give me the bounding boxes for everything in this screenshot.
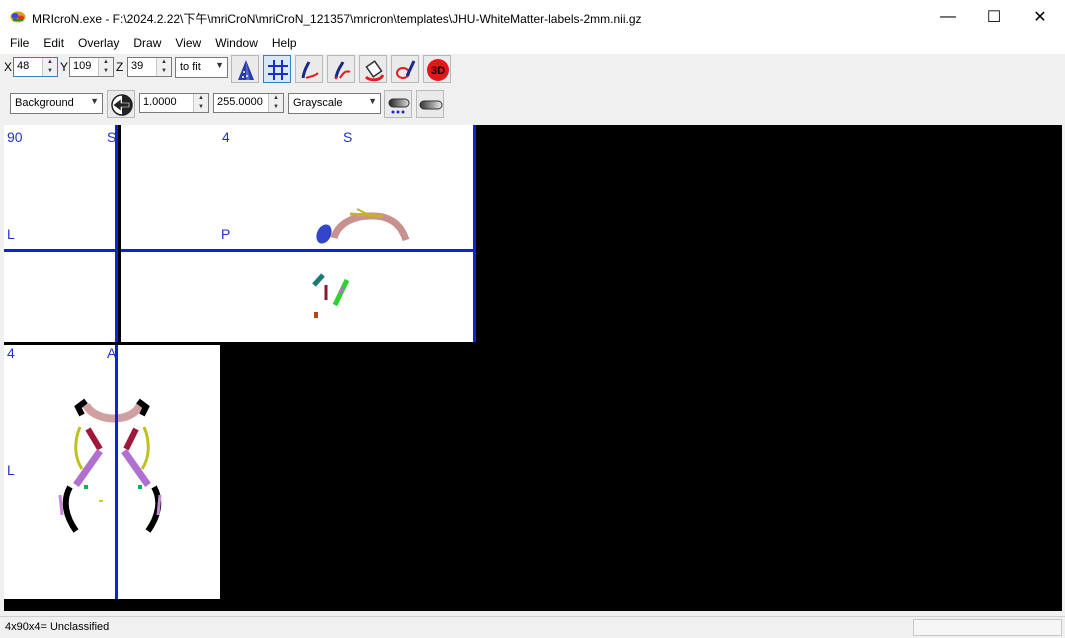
menu-draw[interactable]: Draw: [126, 34, 168, 54]
coordinate-toolbar: X 48 ▲ ▼ Y 109 ▲ ▼ Z 39 ▲ ▼ to fit ▼ 3D: [0, 54, 1065, 86]
max-intensity-spinner[interactable]: 255.0000 ▲ ▼: [213, 93, 284, 113]
spin-up-icon[interactable]: ▲: [269, 94, 283, 103]
colormap-select[interactable]: Grayscale ▼: [288, 93, 381, 114]
sagittal-crosshair-vertical: [473, 125, 476, 342]
triangle-tool-button[interactable]: [231, 55, 259, 83]
colorbar-settings-button[interactable]: [384, 90, 412, 118]
min-intensity-value: 1.0000: [143, 96, 177, 108]
layer-toolbar: Background ▼ 1.0000 ▲ ▼ 255.0000 ▲ ▼ Grays…: [4, 88, 452, 120]
menu-bar: File Edit Overlay Draw View Window Help: [0, 34, 1065, 54]
spin-up-icon[interactable]: ▲: [99, 58, 113, 67]
x-label: X: [4, 60, 13, 74]
ellipse-pen-icon: [396, 60, 416, 79]
z-coordinate-spinner[interactable]: 39 ▲ ▼: [127, 57, 172, 77]
spin-up-icon[interactable]: ▲: [43, 58, 57, 67]
menu-view[interactable]: View: [168, 34, 208, 54]
spin-down-icon[interactable]: ▼: [99, 67, 113, 76]
fill-bucket-button[interactable]: [359, 55, 387, 83]
minimize-button[interactable]: —: [925, 0, 971, 34]
colorbar-gear-icon: [388, 98, 410, 114]
colorbar-icon: [419, 100, 443, 110]
menu-window[interactable]: Window: [208, 34, 265, 54]
axial-view[interactable]: 4 A L: [4, 345, 220, 599]
close-icon: ✕: [1033, 9, 1047, 26]
status-text: 4x90x4= Unclassified: [5, 621, 110, 633]
svg-text:3D: 3D: [431, 65, 445, 77]
crosshair-toggle-button[interactable]: [263, 55, 291, 83]
x-coordinate-spinner[interactable]: 48 ▲ ▼: [13, 57, 58, 77]
pen-draw-icon: [301, 61, 319, 79]
spin-down-icon[interactable]: ▼: [43, 67, 57, 76]
close-button[interactable]: ✕: [1017, 0, 1063, 34]
spin-down-icon[interactable]: ▼: [157, 67, 171, 76]
chevron-down-icon: ▼: [215, 60, 224, 70]
menu-help[interactable]: Help: [265, 34, 304, 54]
menu-file[interactable]: File: [0, 34, 36, 54]
status-panel: [913, 619, 1062, 636]
y-value: 109: [73, 60, 92, 72]
x-value: 48: [17, 60, 30, 72]
minimize-icon: —: [940, 8, 956, 25]
y-label: Y: [60, 60, 69, 74]
maximize-icon: ☐: [986, 9, 1002, 26]
axial-label-map: [58, 398, 162, 533]
arrow-left-circle-icon: [111, 94, 133, 116]
colormap-value: Grayscale: [293, 97, 343, 109]
menu-overlay[interactable]: Overlay: [71, 34, 126, 54]
spin-down-icon[interactable]: ▼: [194, 103, 208, 112]
contrast-arrow-button[interactable]: [107, 90, 135, 118]
spin-up-icon[interactable]: ▲: [194, 94, 208, 103]
spin-up-icon[interactable]: ▲: [157, 58, 171, 67]
layer-select[interactable]: Background ▼: [10, 93, 103, 114]
coronal-slice-number: 90: [7, 129, 23, 145]
window-title: MRIcroN.exe - F:\2024.2.22\下午\mriCroN\mr…: [32, 12, 642, 26]
zoom-select[interactable]: to fit ▼: [175, 57, 228, 78]
coronal-orient-left: L: [7, 226, 15, 242]
crosshair-grid-icon: [268, 60, 288, 80]
triangle-cone-icon: [238, 60, 254, 80]
render-3d-icon: 3D: [427, 59, 449, 81]
title-bar: MRIcroN.exe - F:\2024.2.22\下午\mriCroN\mr…: [0, 0, 1065, 34]
axial-crosshair-vertical: [115, 345, 118, 599]
maximize-button[interactable]: ☐: [971, 0, 1017, 34]
ellipse-draw-button[interactable]: [391, 55, 419, 83]
z-value: 39: [131, 60, 144, 72]
render-3d-button[interactable]: 3D: [423, 55, 451, 83]
colorbar-button[interactable]: [416, 90, 444, 118]
chevron-down-icon: ▼: [368, 96, 377, 106]
coronal-crosshair-horizontal: [4, 249, 115, 252]
chevron-down-icon: ▼: [90, 96, 99, 106]
sagittal-label-map: [312, 208, 410, 318]
max-intensity-value: 255.0000: [217, 96, 263, 108]
min-intensity-spinner[interactable]: 1.0000 ▲ ▼: [139, 93, 209, 113]
spin-down-icon[interactable]: ▼: [269, 103, 283, 112]
pen-draw-button[interactable]: [295, 55, 323, 83]
coronal-view[interactable]: 90 S L: [4, 125, 118, 342]
pen-erase-icon: [334, 61, 351, 80]
layer-value: Background: [15, 97, 74, 109]
pen-erase-button[interactable]: [327, 55, 355, 83]
sagittal-view[interactable]: 4 S P: [121, 125, 476, 342]
status-bar: 4x90x4= Unclassified: [0, 616, 1065, 638]
viewer-canvas[interactable]: 90 S L 4 S P 4 A L: [4, 125, 1062, 611]
menu-edit[interactable]: Edit: [36, 34, 71, 54]
fill-bucket-icon: [364, 60, 385, 82]
zoom-value: to fit: [180, 61, 201, 73]
coronal-crosshair-vertical: [115, 125, 118, 342]
z-label: Z: [116, 60, 124, 74]
sagittal-crosshair-horizontal: [121, 249, 476, 252]
brain-logo-icon: [10, 11, 26, 23]
y-coordinate-spinner[interactable]: 109 ▲ ▼: [69, 57, 114, 77]
